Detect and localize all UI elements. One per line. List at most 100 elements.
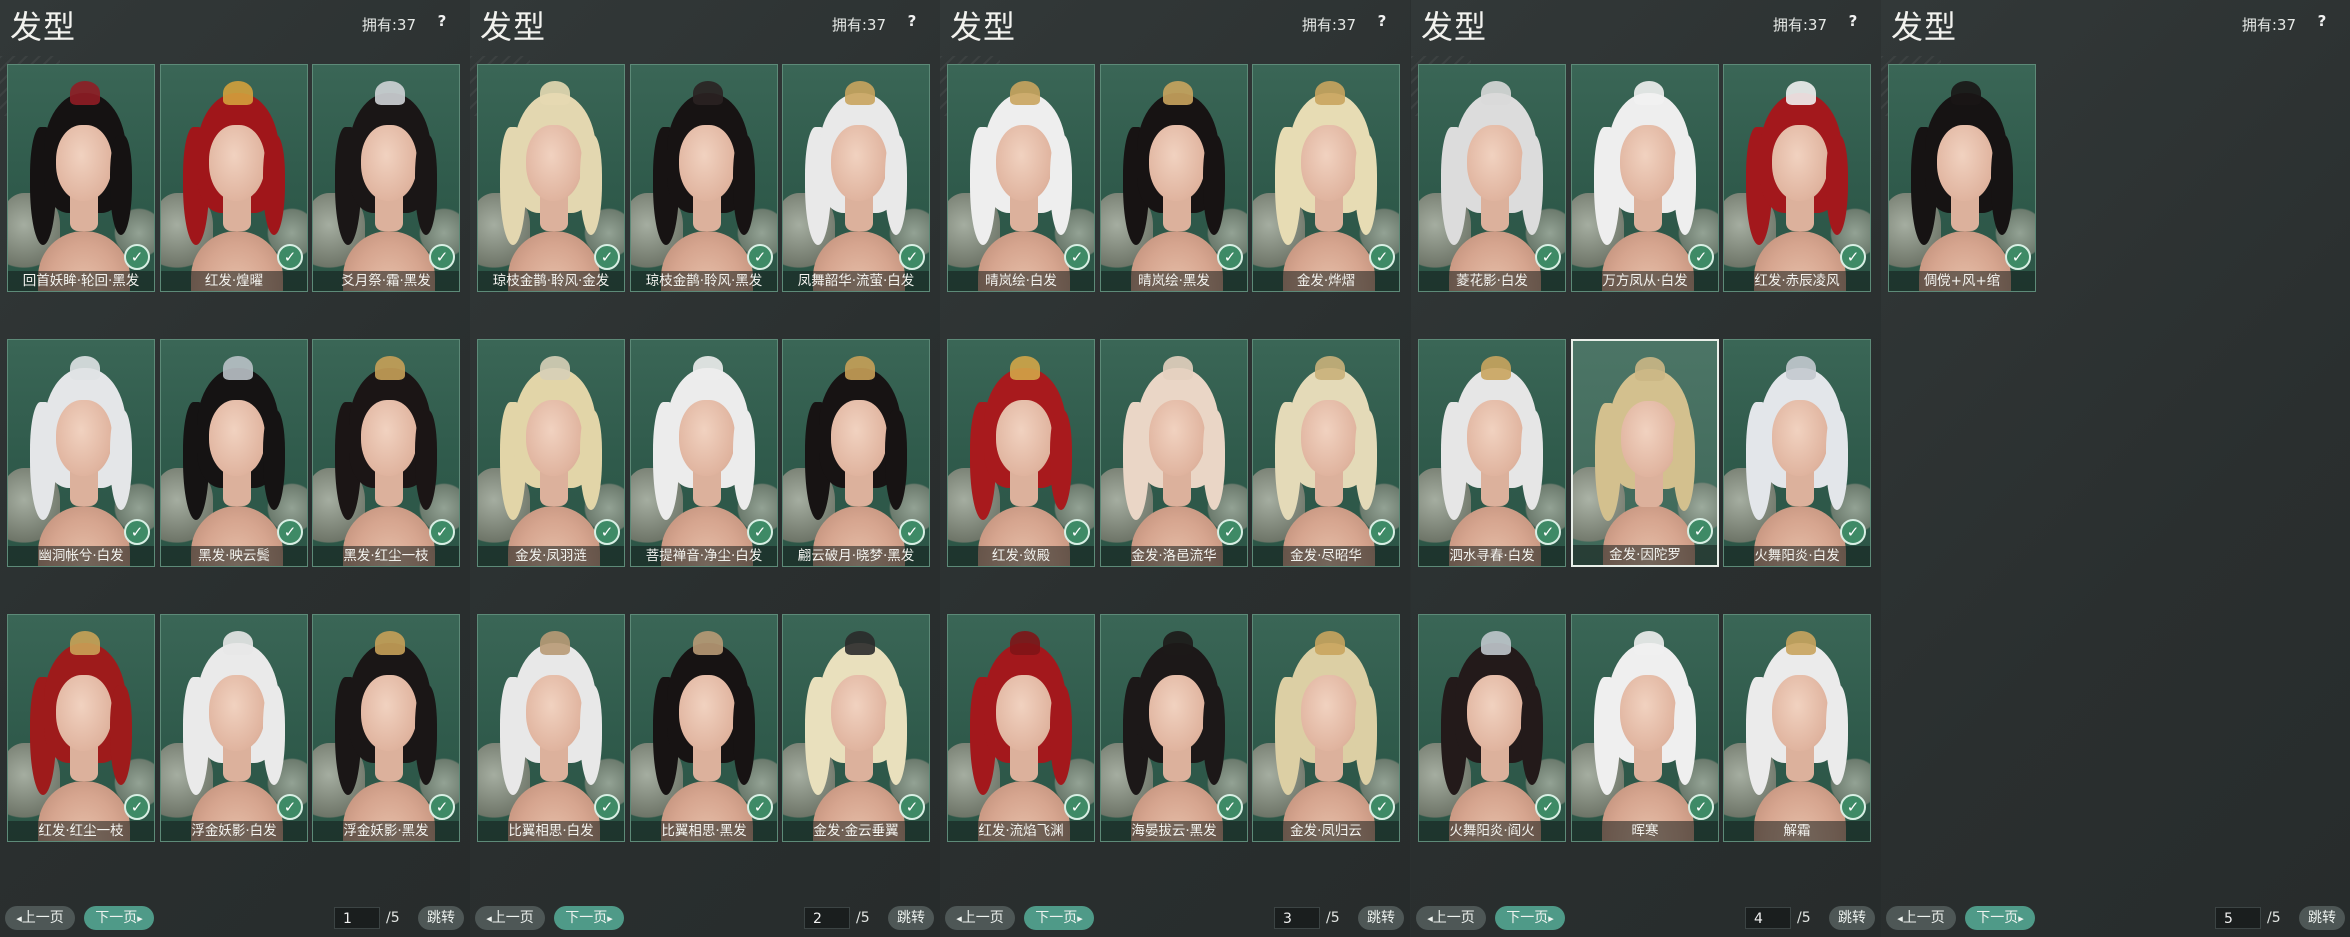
jump-button[interactable]: 跳转 — [1358, 906, 1404, 930]
hairstyle-name: 爻月祭·霜·黑发 — [313, 271, 459, 291]
hairstyle-card[interactable]: ✓ 比翼相思·黑发 — [630, 614, 778, 842]
prev-page-button[interactable]: ◂上一页 — [945, 906, 1015, 930]
hair-strand — [1203, 135, 1225, 235]
hairstyle-card[interactable]: ✓ 琼枝金鹊·聆风·黑发 — [630, 64, 778, 292]
next-page-button[interactable]: 下一页▸ — [554, 906, 624, 930]
hairstyle-card[interactable]: ✓ 金发·洛邑流华 — [1100, 339, 1248, 567]
hairstyle-card[interactable]: ✓ 红发·敛殿 — [947, 339, 1095, 567]
hairstyle-card[interactable]: ✓ 红发·红尘一枝 — [7, 614, 155, 842]
hairstyle-card[interactable]: ✓ 翩云破月·晓梦·黑发 — [782, 339, 930, 567]
hairstyle-card[interactable]: ✓ 解霜 — [1723, 614, 1871, 842]
hairstyle-card[interactable]: ✓ 金发·因陀罗 — [1571, 339, 1719, 567]
page-number-input[interactable]: 4 — [1745, 907, 1791, 929]
owned-check-icon: ✓ — [899, 794, 925, 820]
prev-page-button[interactable]: ◂上一页 — [1886, 906, 1956, 930]
owned-check-icon: ✓ — [899, 519, 925, 545]
page-number-input[interactable]: 2 — [804, 907, 850, 929]
hairstyle-card[interactable]: ✓ 凤舞韶华·流萤·白发 — [782, 64, 930, 292]
prev-page-button[interactable]: ◂上一页 — [1416, 906, 1486, 930]
hair-ornament — [1315, 81, 1345, 105]
hairstyle-card[interactable]: ✓ 晴岚绘·白发 — [947, 64, 1095, 292]
help-icon[interactable]: ? — [1842, 10, 1864, 32]
character-face — [56, 400, 112, 476]
next-page-button[interactable]: 下一页▸ — [1965, 906, 2035, 930]
page-total: /5 — [2267, 910, 2281, 926]
hair-ornament — [1786, 81, 1816, 105]
page-number-input[interactable]: 1 — [334, 907, 380, 929]
hair-strand — [733, 135, 755, 235]
hair-strand — [1826, 410, 1848, 510]
hair-ornament — [693, 631, 723, 655]
prev-page-button[interactable]: ◂上一页 — [475, 906, 545, 930]
hairstyle-card[interactable]: ✓ 海晏拔云·黑发 — [1100, 614, 1248, 842]
hair-ornament — [540, 631, 570, 655]
hairstyle-card[interactable]: ✓ 爻月祭·霜·黑发 — [312, 64, 460, 292]
jump-button[interactable]: 跳转 — [1829, 906, 1875, 930]
hairstyle-name: 金发·烨熠 — [1253, 271, 1399, 291]
hairstyle-card[interactable]: ✓ 浮金妖影·黑发 — [312, 614, 460, 842]
hairstyle-card[interactable]: ✓ 金发·凤归云 — [1252, 614, 1400, 842]
hairstyle-card[interactable]: ✓ 回首妖眸·轮回·黑发 — [7, 64, 155, 292]
jump-button[interactable]: 跳转 — [2299, 906, 2345, 930]
hairstyle-card[interactable]: ✓ 泗水寻春·白发 — [1418, 339, 1566, 567]
help-icon[interactable]: ? — [1371, 10, 1393, 32]
hair-strand — [263, 410, 285, 510]
help-icon[interactable]: ? — [431, 10, 453, 32]
hairstyle-card[interactable]: ✓ 万方凤从·白发 — [1571, 64, 1719, 292]
hairstyle-card[interactable]: ✓ 倜傥+风+绾 — [1888, 64, 2036, 292]
next-page-label: 下一页 — [1506, 910, 1549, 926]
help-icon[interactable]: ? — [901, 10, 923, 32]
hairstyle-card[interactable]: ✓ 晖寒 — [1571, 614, 1719, 842]
hairstyle-card[interactable]: ✓ 菱花影·白发 — [1418, 64, 1566, 292]
page-total: /5 — [1797, 910, 1811, 926]
page-number-input[interactable]: 3 — [1274, 907, 1320, 929]
hair-strand — [1050, 685, 1072, 785]
hairstyle-card[interactable]: ✓ 菩提禅音·净尘·白发 — [630, 339, 778, 567]
owned-value: 37 — [1807, 16, 1827, 34]
owned-count: 拥有:37 — [1302, 14, 1356, 35]
hairstyle-card[interactable]: ✓ 红发·赤辰凌风 — [1723, 64, 1871, 292]
hairstyle-card[interactable]: ✓ 金发·尽昭华 — [1252, 339, 1400, 567]
hairstyle-card[interactable]: ✓ 红发·流焰飞渊 — [947, 614, 1095, 842]
hairstyle-card[interactable]: ✓ 幽洞帐兮·白发 — [7, 339, 155, 567]
hairstyle-card[interactable]: ✓ 比翼相思·白发 — [477, 614, 625, 842]
page-number-input[interactable]: 5 — [2215, 907, 2261, 929]
hairstyle-panel: 发型 拥有:37? ✓ 菱花影·白发 ✓ 万方凤从·白发 ✓ 红发·赤辰凌风 ✓ 泗水寻春·白发 ✓… — [1411, 0, 1881, 937]
help-icon[interactable]: ? — [2311, 10, 2333, 32]
owned-check-icon: ✓ — [1064, 244, 1090, 270]
hair-ornament — [70, 356, 100, 380]
owned-check-icon: ✓ — [124, 794, 150, 820]
hairstyle-card[interactable]: ✓ 黑发·映云鬓 — [160, 339, 308, 567]
next-page-button[interactable]: 下一页▸ — [1495, 906, 1565, 930]
hairstyle-card[interactable]: ✓ 金发·凤羽涟 — [477, 339, 625, 567]
hairstyle-card[interactable]: ✓ 金发·烨熠 — [1252, 64, 1400, 292]
prev-page-button[interactable]: ◂上一页 — [5, 906, 75, 930]
hair-ornament — [223, 81, 253, 105]
hairstyle-name: 金发·金云垂翼 — [783, 821, 929, 841]
hair-strand — [1991, 135, 2013, 235]
hairstyle-card[interactable]: ✓ 浮金妖影·白发 — [160, 614, 308, 842]
hair-ornament — [1634, 631, 1664, 655]
character-face — [1772, 400, 1828, 476]
hairstyle-card[interactable]: ✓ 琼枝金鹊·聆风·金发 — [477, 64, 625, 292]
hairstyle-card[interactable]: ✓ 金发·金云垂翼 — [782, 614, 930, 842]
hairstyle-card[interactable]: ✓ 火舞阳炎·阎火 — [1418, 614, 1566, 842]
jump-button[interactable]: 跳转 — [418, 906, 464, 930]
hairstyle-card[interactable]: ✓ 晴岚绘·黑发 — [1100, 64, 1248, 292]
owned-check-icon: ✓ — [1840, 519, 1866, 545]
hair-ornament — [1786, 356, 1816, 380]
hairstyle-card[interactable]: ✓ 黑发·红尘一枝 — [312, 339, 460, 567]
hairstyle-card[interactable]: ✓ 红发·煌曜 — [160, 64, 308, 292]
owned-check-icon: ✓ — [1217, 794, 1243, 820]
hairstyle-card[interactable]: ✓ 火舞阳炎·白发 — [1723, 339, 1871, 567]
hairstyle-name: 回首妖眸·轮回·黑发 — [8, 271, 154, 291]
next-page-button[interactable]: 下一页▸ — [84, 906, 154, 930]
hairstyle-name: 浮金妖影·黑发 — [313, 821, 459, 841]
character-face — [56, 125, 112, 201]
character-face — [1149, 125, 1205, 201]
hair-ornament — [845, 356, 875, 380]
jump-button[interactable]: 跳转 — [888, 906, 934, 930]
hair-ornament — [693, 356, 723, 380]
character-face — [361, 675, 417, 751]
next-page-button[interactable]: 下一页▸ — [1024, 906, 1094, 930]
